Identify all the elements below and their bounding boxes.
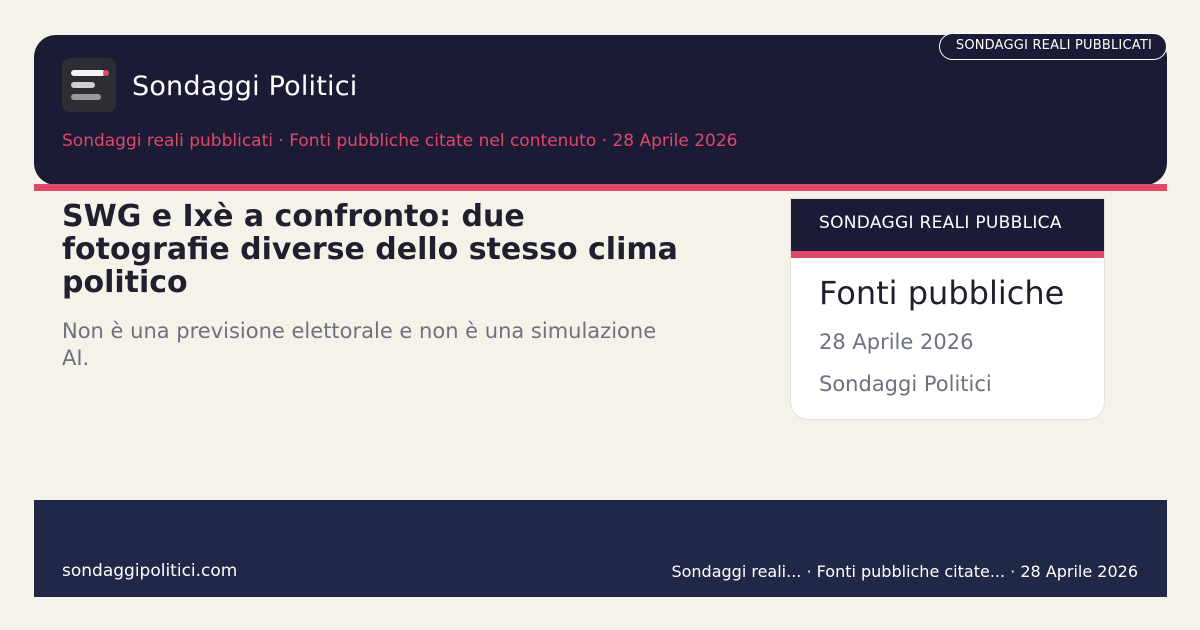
card-title: Fonti pubbliche (819, 274, 1065, 312)
footer-site-url: sondaggipolitici.com (62, 561, 238, 581)
og-card: Sondaggi Politici Sondaggi reali pubblic… (0, 0, 1200, 630)
card-label: SONDAGGI REALI PUBBLICA (791, 199, 1104, 251)
card-source: Sondaggi Politici (819, 372, 992, 396)
meta-separator: · (272, 131, 290, 151)
card-date: 28 Aprile 2026 (819, 330, 974, 354)
footer-bar: sondaggipolitici.com Sondaggi reali... ·… (34, 500, 1167, 597)
card-accent-stripe (791, 251, 1104, 258)
header-meta: Sondaggi reali pubblicati · Fonti pubbli… (62, 131, 737, 151)
page-subtitle: Non è una previsione elettorale e non è … (62, 319, 657, 370)
header-accent-stripe (34, 184, 1167, 191)
status-badge: SONDAGGI REALI PUBBLICATI (938, 33, 1167, 60)
meta-date: 28 Aprile 2026 (612, 131, 738, 151)
page-title: SWG e Ixè a confronto: due fotografie di… (62, 199, 678, 300)
footer-meta: Sondaggi reali... · Fonti pubbliche cita… (671, 562, 1138, 581)
meta-sources: Fonti pubbliche citate nel contenuto (289, 131, 597, 151)
brand-name: Sondaggi Politici (132, 71, 358, 102)
header-banner: Sondaggi Politici Sondaggi reali pubblic… (34, 33, 1167, 185)
meta-status: Sondaggi reali pubblicati (62, 131, 273, 151)
meta-separator: · (596, 131, 613, 151)
info-card: SONDAGGI REALI PUBBLICA Fonti pubbliche … (790, 198, 1105, 420)
lines-logo-icon (62, 58, 116, 112)
